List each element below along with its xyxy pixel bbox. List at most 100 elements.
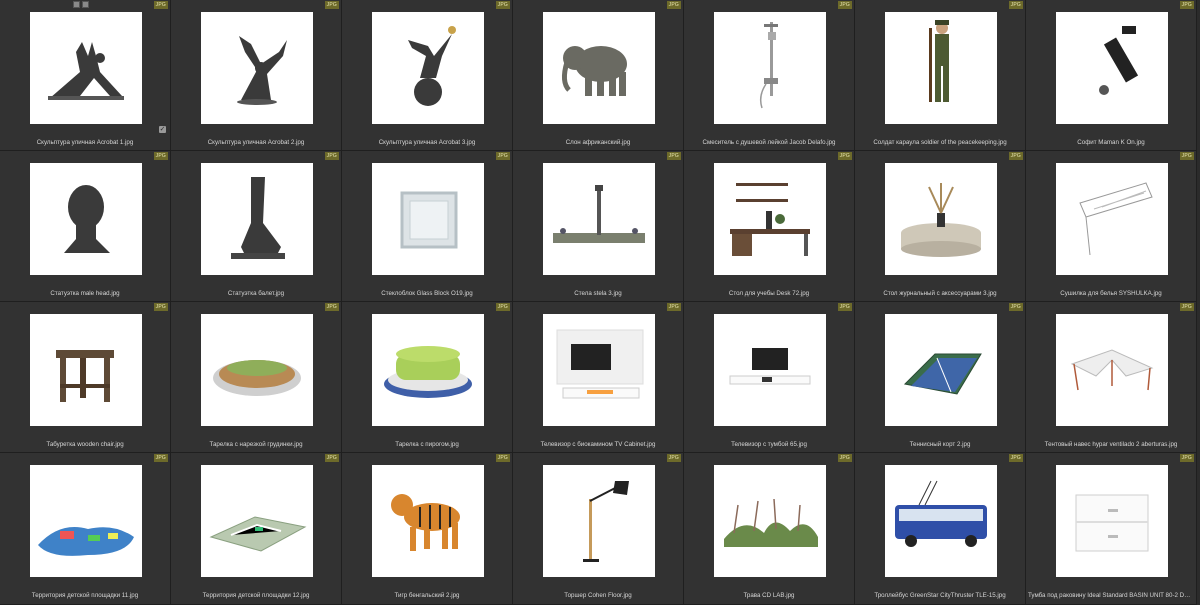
file-type-badge: JPG: [1179, 303, 1194, 311]
file-type-badge: JPG: [666, 1, 681, 9]
ballet-foot-icon[interactable]: [201, 163, 313, 275]
shower-mixer-icon[interactable]: [714, 12, 826, 124]
file-thumbnail[interactable]: JPG Софит Maman K On.jpg: [1026, 0, 1197, 151]
file-thumbnail[interactable]: JPG Табуретка wooden chair.jpg: [0, 302, 171, 453]
grass-icon[interactable]: [714, 465, 826, 577]
file-thumbnail[interactable]: JPG Территория детской площадки 12.jpg: [171, 453, 342, 605]
file-name[interactable]: Стела stela 3.jpg: [515, 290, 681, 298]
file-type-badge: JPG: [837, 454, 852, 462]
file-thumbnail[interactable]: JPG Смеситель с душевой лейкой Jacob Dela…: [684, 0, 855, 151]
file-name[interactable]: Статуэтка male head.jpg: [2, 290, 168, 298]
file-name[interactable]: Торшер Cohen Floor.jpg: [515, 592, 681, 600]
file-thumbnail[interactable]: JPG Стеклоблок Glass Block O19.jpg: [342, 151, 513, 302]
file-name[interactable]: Стеклоблок Glass Block O19.jpg: [344, 290, 510, 298]
acrobat-sculpture-1-icon[interactable]: [30, 12, 142, 124]
male-head-icon[interactable]: [30, 163, 142, 275]
laundry-dryer-icon[interactable]: [1056, 163, 1168, 275]
file-name[interactable]: Трава CD LAB.jpg: [686, 592, 852, 600]
floor-lamp-icon[interactable]: [543, 465, 655, 577]
basin-unit-icon[interactable]: [1056, 465, 1168, 577]
select-icon[interactable]: [73, 1, 80, 8]
file-thumbnail[interactable]: JPG Тумба под раковину Ideal Standard BAS…: [1026, 453, 1197, 605]
file-thumbnail[interactable]: JPG Статуэтка балет.jpg: [171, 151, 342, 302]
file-name[interactable]: Троллейбус GreenStar CityThruster TLE-15…: [857, 592, 1023, 600]
file-name[interactable]: Теннисный корт 2.jpg: [857, 441, 1023, 449]
file-type-badge: JPG: [324, 1, 339, 9]
file-thumbnail[interactable]: JPG Территория детской площадки 11.jpg: [0, 453, 171, 605]
plate-brisket-icon[interactable]: [201, 314, 313, 426]
file-name[interactable]: Слон африканский.jpg: [515, 139, 681, 147]
file-name[interactable]: Тигр бенгальский 2.jpg: [344, 592, 510, 600]
file-thumbnail[interactable]: JPG Тентовый навес hypar ventilado 2 aber…: [1026, 302, 1197, 453]
file-name[interactable]: Табуретка wooden chair.jpg: [2, 441, 168, 449]
coffee-table-icon[interactable]: [885, 163, 997, 275]
file-type-badge: JPG: [324, 454, 339, 462]
file-name[interactable]: Стол журнальный с аксессуарами 3.jpg: [857, 290, 1023, 298]
file-type-badge: JPG: [1008, 1, 1023, 9]
file-thumbnail[interactable]: JPG Сушилка для белья SYSHULKA.jpg: [1026, 151, 1197, 302]
file-thumbnail[interactable]: JPG Солдат караула soldier of the peaceke…: [855, 0, 1026, 151]
file-name[interactable]: Смеситель с душевой лейкой Jacob Delafo.…: [686, 139, 852, 147]
desk-icon[interactable]: [714, 163, 826, 275]
thumbnail-tools[interactable]: [73, 1, 89, 8]
acrobat-sculpture-3-icon[interactable]: [372, 12, 484, 124]
file-thumbnail[interactable]: JPG Трава CD LAB.jpg: [684, 453, 855, 605]
file-name[interactable]: Телевизор с тумбой 65.jpg: [686, 441, 852, 449]
stela-icon[interactable]: [543, 163, 655, 275]
checkmark-icon[interactable]: ✓: [159, 126, 166, 133]
file-name[interactable]: Тарелка с нарезкой грудинки.jpg: [173, 441, 339, 449]
file-thumbnail[interactable]: JPG Стол журнальный с аксессуарами 3.jpg: [855, 151, 1026, 302]
file-type-badge: JPG: [495, 1, 510, 9]
file-thumbnail[interactable]: JPG Тарелка с пирогом.jpg: [342, 302, 513, 453]
file-type-badge: JPG: [666, 152, 681, 160]
file-thumbnail[interactable]: JPG Теннисный корт 2.jpg: [855, 302, 1026, 453]
file-type-badge: JPG: [1179, 152, 1194, 160]
file-thumbnail[interactable]: JPG Стела stela 3.jpg: [513, 151, 684, 302]
file-thumbnail[interactable]: JPG Скульптура уличная Acrobat 3.jpg: [342, 0, 513, 151]
file-name[interactable]: Территория детской площадки 12.jpg: [173, 592, 339, 600]
file-name[interactable]: Статуэтка балет.jpg: [173, 290, 339, 298]
file-name[interactable]: Тарелка с пирогом.jpg: [344, 441, 510, 449]
file-thumbnail[interactable]: JPG Скульптура уличная Acrobat 2.jpg: [171, 0, 342, 151]
spotlight-icon[interactable]: [1056, 12, 1168, 124]
file-thumbnail[interactable]: JPG Тарелка с нарезкой грудинки.jpg: [171, 302, 342, 453]
file-name[interactable]: Телевизор с биокамином TV Cabinet.jpg: [515, 441, 681, 449]
elephant-icon[interactable]: [543, 12, 655, 124]
plate-pie-icon[interactable]: [372, 314, 484, 426]
file-name[interactable]: Тентовый навес hypar ventilado 2 abertur…: [1028, 441, 1194, 449]
glass-block-icon[interactable]: [372, 163, 484, 275]
tent-canopy-icon[interactable]: [1056, 314, 1168, 426]
file-name[interactable]: Тумба под раковину Ideal Standard BASIN …: [1028, 592, 1194, 600]
file-name[interactable]: Стол для учебы Desk 72.jpg: [686, 290, 852, 298]
file-type-badge: JPG: [153, 1, 168, 9]
file-thumbnail[interactable]: JPG Тигр бенгальский 2.jpg: [342, 453, 513, 605]
tennis-court-icon[interactable]: [885, 314, 997, 426]
file-thumbnail[interactable]: JPG Телевизор с тумбой 65.jpg: [684, 302, 855, 453]
playground-12-icon[interactable]: [201, 465, 313, 577]
file-thumbnail[interactable]: JPG Слон африканский.jpg: [513, 0, 684, 151]
playground-11-icon[interactable]: [30, 465, 142, 577]
file-name[interactable]: Солдат караула soldier of the peacekeepi…: [857, 139, 1023, 147]
edit-icon[interactable]: [82, 1, 89, 8]
file-type-badge: JPG: [495, 152, 510, 160]
soldier-icon[interactable]: [885, 12, 997, 124]
file-name[interactable]: Софит Maman K On.jpg: [1028, 139, 1194, 147]
file-thumbnail[interactable]: JPG Статуэтка male head.jpg: [0, 151, 171, 302]
file-thumbnail[interactable]: JPG Стол для учебы Desk 72.jpg: [684, 151, 855, 302]
tiger-icon[interactable]: [372, 465, 484, 577]
trolleybus-icon[interactable]: [885, 465, 997, 577]
file-name[interactable]: Скульптура уличная Acrobat 3.jpg: [344, 139, 510, 147]
acrobat-sculpture-2-icon[interactable]: [201, 12, 313, 124]
file-thumbnail[interactable]: JPG Телевизор с биокамином TV Cabinet.jpg: [513, 302, 684, 453]
file-name[interactable]: Территория детской площадки 11.jpg: [2, 592, 168, 600]
wooden-stool-icon[interactable]: [30, 314, 142, 426]
file-thumbnail[interactable]: JPG Троллейбус GreenStar CityThruster TLE…: [855, 453, 1026, 605]
file-name[interactable]: Сушилка для белья SYSHULKA.jpg: [1028, 290, 1194, 298]
file-type-badge: JPG: [153, 454, 168, 462]
tv-cabinet-icon[interactable]: [543, 314, 655, 426]
tv-stand-icon[interactable]: [714, 314, 826, 426]
file-thumbnail[interactable]: JPG Торшер Cohen Floor.jpg: [513, 453, 684, 605]
file-name[interactable]: Скульптура уличная Acrobat 2.jpg: [173, 139, 339, 147]
file-name[interactable]: Скульптура уличная Acrobat 1.jpg: [2, 139, 168, 147]
file-thumbnail[interactable]: JPG Скульптура уличная Acrobat 1.jpg ✓: [0, 0, 171, 151]
